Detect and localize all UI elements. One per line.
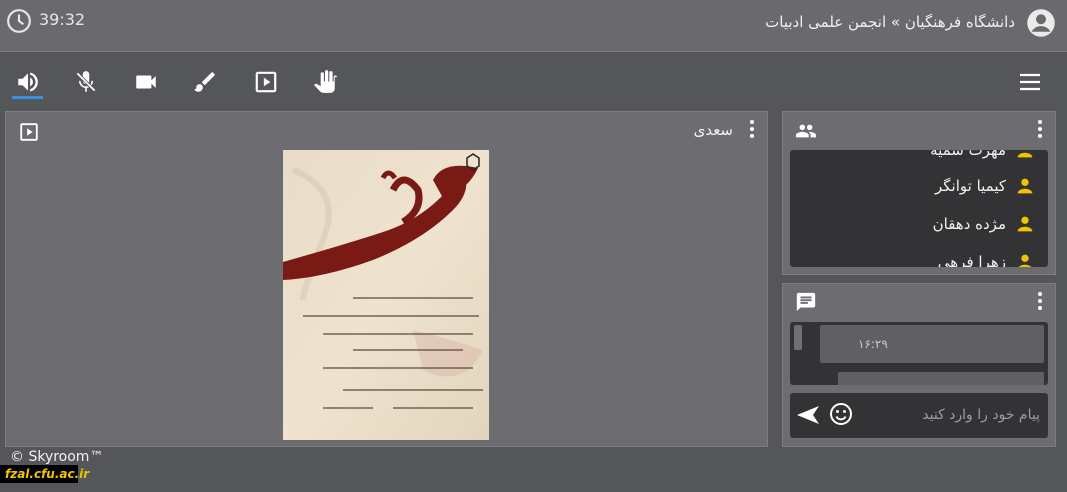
list-item[interactable]: زهرا فرهی [938, 248, 1036, 267]
list-item[interactable]: کیمیا توانگر [935, 172, 1036, 200]
user-icon [1017, 178, 1033, 194]
chat-message-input[interactable] [870, 401, 1040, 429]
user-name: مهرت سمیه [930, 150, 1006, 159]
mic-off-icon [76, 71, 96, 92]
camera-icon [136, 75, 156, 89]
account-avatar-icon[interactable] [1026, 8, 1056, 38]
hamburger-menu-icon[interactable] [1017, 70, 1043, 94]
chat-messages[interactable]: ۱۶:۲۹ [790, 322, 1048, 385]
more-options-icon[interactable] [1033, 118, 1047, 140]
active-tool-indicator [12, 96, 43, 99]
speaker-icon [18, 72, 38, 92]
session-timer: 39:32 [39, 10, 86, 29]
skyroom-app: 39:32 دانشگاه فرهنگیان » انجمن علمی ادبی… [0, 0, 1067, 492]
site-badge: fzal.cfu.ac.ir [0, 465, 89, 483]
chat-input-bar [790, 393, 1048, 438]
chat-message: ۱۶:۲۹ [820, 325, 1044, 363]
breadcrumb: دانشگاه فرهنگیان » انجمن علمی ادبیات [765, 13, 1015, 31]
presentation-title: سعدی [693, 121, 733, 139]
raise-hand-button[interactable] [310, 67, 340, 97]
scrollbar-thumb[interactable] [794, 325, 802, 350]
raise-hand-icon [314, 70, 337, 93]
message-time: ۱۶:۲۹ [858, 337, 888, 351]
send-icon[interactable] [796, 404, 820, 426]
user-icon [1017, 152, 1033, 158]
more-options-icon[interactable] [1033, 290, 1047, 312]
mic-toggle-button[interactable] [71, 67, 101, 97]
user-list[interactable]: مهرت سمیه کیمیا توانگر مژده دهقان زهرا ف… [790, 150, 1048, 267]
footer [0, 465, 1067, 492]
whiteboard-button[interactable] [190, 67, 220, 97]
user-name: مژده دهقان [932, 215, 1006, 233]
toolbar [0, 53, 1067, 109]
top-bar: 39:32 دانشگاه فرهنگیان » انجمن علمی ادبی… [0, 0, 1067, 52]
media-button[interactable] [251, 67, 281, 97]
list-item[interactable]: مهرت سمیه [930, 150, 1036, 164]
clock-icon [7, 9, 31, 33]
people-icon [795, 124, 817, 138]
chat-icon [796, 292, 816, 312]
presentation-slide-image [283, 150, 489, 440]
media-play-icon [255, 71, 277, 93]
speaker-button[interactable] [13, 67, 43, 97]
emoji-icon[interactable] [829, 402, 853, 426]
media-play-icon[interactable] [18, 121, 40, 143]
camera-button[interactable] [131, 67, 161, 97]
brush-icon [194, 72, 215, 92]
user-name: زهرا فرهی [937, 253, 1006, 267]
list-item[interactable]: مژده دهقان [933, 210, 1036, 238]
user-name: کیمیا توانگر [934, 177, 1006, 195]
chat-message [838, 372, 1044, 385]
brand-text: © Skyroom™ [10, 449, 104, 465]
user-icon [1018, 254, 1032, 267]
user-icon [1017, 216, 1033, 232]
more-options-icon[interactable] [745, 118, 759, 140]
